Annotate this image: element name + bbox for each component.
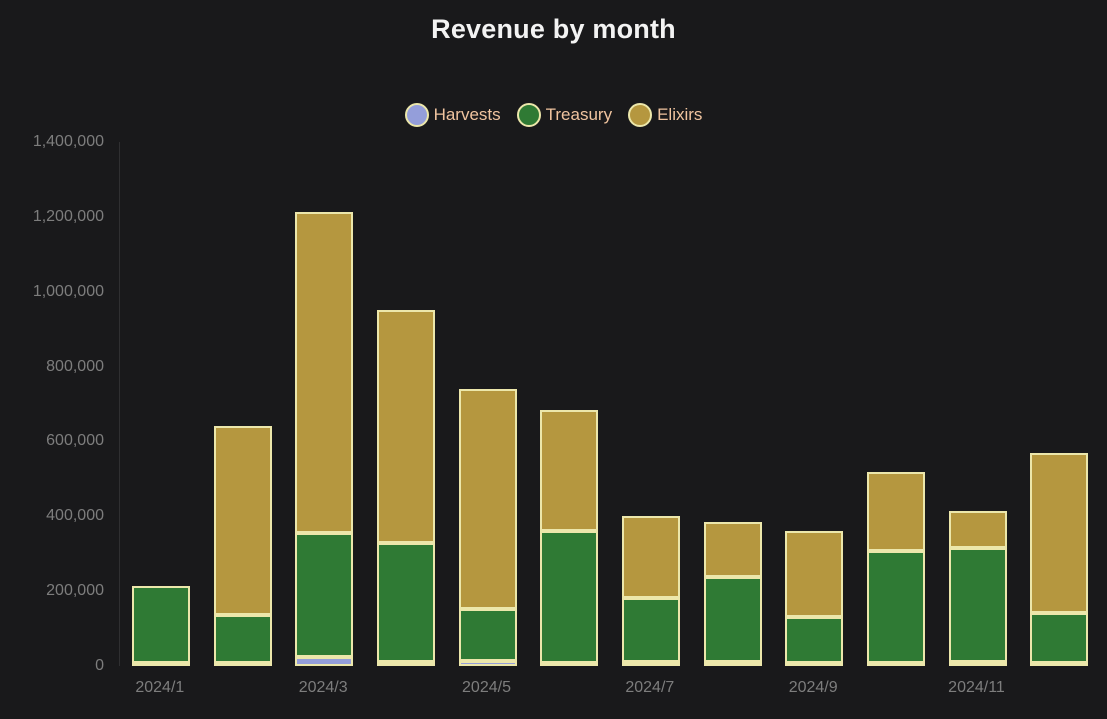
y-tick-label: 200,000 [0,582,104,600]
bar-segment-2024-2-treasury [214,615,272,663]
x-tick-label: 2024/9 [789,679,838,697]
x-tick-label: 2024/11 [948,679,1005,697]
bar-segment-2024-2-elixirs [214,426,272,615]
chart-title: Revenue by month [0,14,1107,45]
bar-segment-2024-11-elixirs [949,511,1007,548]
y-tick-label: 600,000 [0,432,104,450]
bar-segment-2024-3-elixirs [295,212,353,533]
revenue-by-month-chart: Revenue by month Harvests Treasury Elixirs… [0,0,1107,719]
legend-item-harvests[interactable]: Harvests [405,103,501,127]
bar-segment-2024-1-treasury [132,586,190,663]
bar-segment-2024-11-treasury [949,548,1007,663]
x-tick-label: 2024/3 [299,679,348,697]
bar-segment-2024-7-treasury [622,598,680,661]
bar-segment-2024-10-elixirs [867,472,925,551]
bar-segment-2024-12-elixirs [1030,453,1088,613]
legend-label: Elixirs [657,105,702,125]
bar-segment-2024-8-elixirs [704,522,762,577]
bar-segment-2024-5-elixirs [459,389,517,609]
legend-item-elixirs[interactable]: Elixirs [628,103,702,127]
y-tick-label: 1,000,000 [0,283,104,301]
y-tick-label: 800,000 [0,358,104,376]
bar-segment-2024-9-treasury [785,617,843,663]
bar-segment-2024-4-treasury [377,543,435,662]
y-tick-label: 400,000 [0,507,104,525]
legend-swatch-elixirs-icon [628,103,652,127]
x-tick-label: 2024/1 [135,679,184,697]
legend-label: Treasury [546,105,612,125]
legend-item-treasury[interactable]: Treasury [517,103,612,127]
x-tick-label: 2024/7 [625,679,674,697]
legend-swatch-treasury-icon [517,103,541,127]
bar-segment-2024-4-elixirs [377,310,435,543]
bar-segment-2024-6-elixirs [540,410,598,531]
bar-segment-2024-7-elixirs [622,516,680,599]
bar-segment-2024-10-treasury [867,551,925,663]
x-tick-label: 2024/5 [462,679,511,697]
bar-segment-2024-9-elixirs [785,531,843,617]
bar-segment-2024-7-harvests [622,662,680,666]
y-tick-label: 1,200,000 [0,208,104,226]
bar-segment-2024-3-harvests [295,657,353,666]
legend-label: Harvests [434,105,501,125]
bar-segment-2024-3-treasury [295,533,353,657]
y-tick-label: 0 [0,657,104,675]
plot-area [119,142,1100,666]
y-tick-label: 1,400,000 [0,133,104,151]
bar-segment-2024-8-treasury [704,577,762,662]
legend-swatch-harvests-icon [405,103,429,127]
bar-segment-2024-6-treasury [540,531,598,663]
bar-segment-2024-5-harvests [459,661,517,666]
bar-segment-2024-4-harvests [377,662,435,666]
bar-segment-2024-8-harvests [704,662,762,666]
chart-legend: Harvests Treasury Elixirs [0,103,1107,127]
bar-segment-2024-5-treasury [459,609,517,661]
bar-segment-2024-12-treasury [1030,613,1088,663]
bar-segment-2024-11-harvests [949,662,1007,666]
